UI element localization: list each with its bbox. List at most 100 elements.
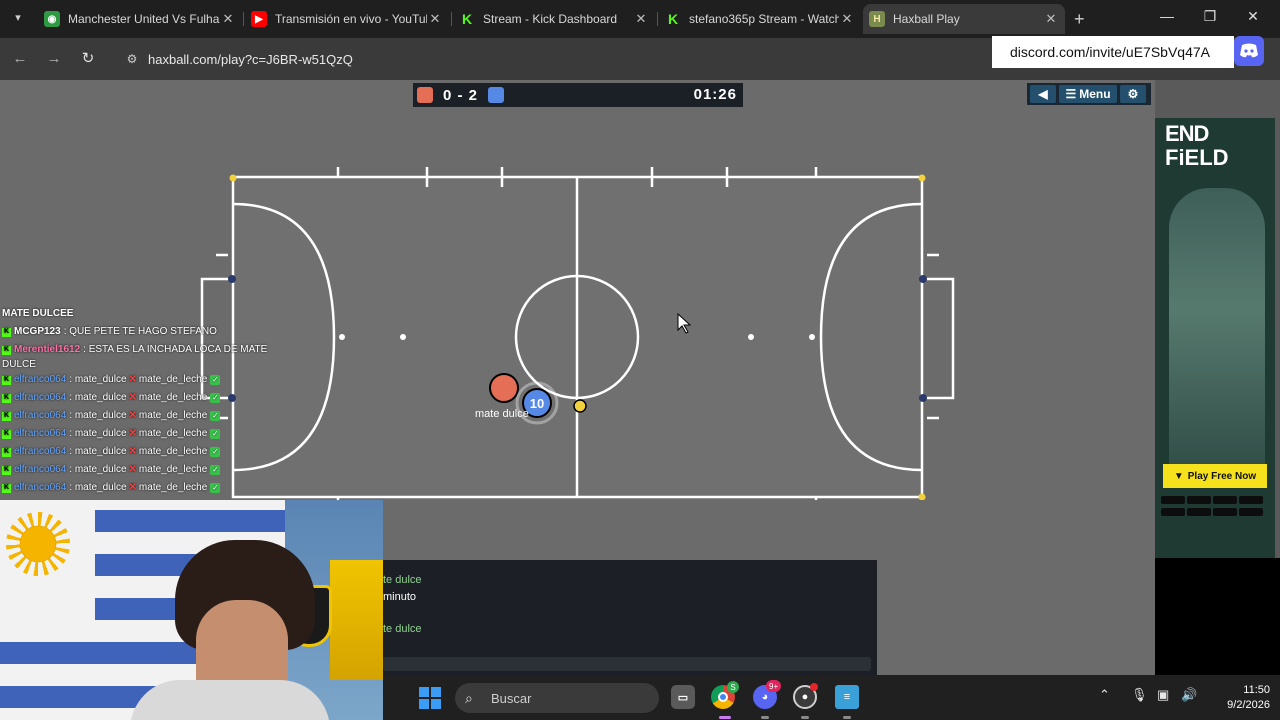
running-indicator	[761, 716, 769, 719]
kick-badge-icon: K	[2, 465, 11, 475]
green-check-icon: ✓	[210, 447, 221, 457]
chat-message: K elfranco064 : mate_dulce ✕ mate_de_lec…	[2, 407, 262, 425]
network-icon[interactable]: ▣	[1157, 687, 1169, 703]
haxball-icon: H	[869, 11, 885, 27]
tab-title: Manchester United Vs Fulham	[68, 12, 220, 26]
game-chat-panel: te dulce minuto te dulce	[383, 560, 877, 675]
red-x-icon: ✕	[128, 392, 137, 403]
kick-badge-icon: K	[2, 429, 11, 439]
blank-area	[1155, 558, 1280, 675]
minimize-button[interactable]: —	[1152, 8, 1182, 24]
tab-haxball[interactable]: H Haxball Play ✕	[863, 4, 1065, 34]
active-indicator	[719, 716, 731, 719]
chat-header: MATE DULCEE	[2, 308, 74, 319]
reload-button[interactable]: ↻	[78, 49, 98, 69]
back-button[interactable]: ←	[10, 49, 30, 69]
site-info-icon[interactable]: ⚙	[122, 49, 142, 69]
ball	[573, 399, 587, 413]
close-tab-icon[interactable]: ✕	[839, 11, 855, 27]
kick-badge-icon: K	[2, 411, 11, 421]
player-number: 10	[530, 396, 544, 411]
sound-icon[interactable]: ◀	[1030, 85, 1056, 103]
goal-post	[228, 275, 236, 283]
windows-start-icon[interactable]	[419, 687, 441, 709]
settings-gear-icon[interactable]: ⚙	[1120, 85, 1146, 103]
game-chat-line: te dulce	[383, 623, 422, 635]
red-x-icon: ✕	[128, 374, 137, 385]
ad-title-line2: FiELD	[1165, 145, 1229, 170]
chat-message: K elfranco064 : mate_dulce ✕ mate_de_lec…	[2, 461, 262, 479]
tray-overflow-icon[interactable]: ⌃	[1099, 687, 1110, 703]
game-chat-line: minuto	[383, 591, 417, 603]
game-chat-input[interactable]	[383, 657, 871, 671]
streamer-shirt	[130, 680, 330, 720]
chat-message-continuation: DULCE	[2, 359, 36, 370]
close-tab-icon[interactable]: ✕	[1043, 11, 1059, 27]
menu-button[interactable]: ☰ Menu	[1059, 85, 1117, 103]
tab-search-button[interactable]: ▾	[8, 8, 28, 28]
search-icon: ⌕	[465, 689, 473, 706]
taskbar-search[interactable]: ⌕ Buscar	[455, 683, 659, 713]
new-tab-button[interactable]: +	[1074, 9, 1085, 30]
tab-title: Transmisión en vivo - YouTube	[275, 12, 427, 26]
tab-kick-stream[interactable]: K stefano365p Stream - Watch ✕	[659, 4, 861, 34]
endfield-ad[interactable]: END FiELD ▼ Play Free Now	[1155, 118, 1275, 558]
tab-separator	[657, 12, 658, 26]
discord-notification-badge: 9+	[766, 680, 782, 692]
task-view-icon[interactable]: ▭	[671, 685, 695, 709]
kick-badge-icon: K	[2, 375, 11, 385]
right-goal	[922, 277, 955, 400]
tab-youtube[interactable]: ▶ Transmisión en vivo - YouTube ✕	[245, 4, 449, 34]
kick-icon: K	[665, 11, 681, 27]
url-text: haxball.com/play?c=J6BR-w51QzQ	[148, 51, 353, 67]
tab-title: Haxball Play	[893, 12, 960, 26]
notepad-icon[interactable]: ≡	[835, 685, 859, 709]
chat-message: K elfranco064 : mate_dulce ✕ mate_de_lec…	[2, 425, 262, 443]
tab-separator	[451, 12, 452, 26]
goal-post	[919, 275, 927, 283]
red-player	[489, 373, 519, 403]
webcam-feed	[0, 500, 383, 720]
forward-button[interactable]: →	[44, 49, 64, 69]
close-window-button[interactable]: ✕	[1238, 8, 1268, 25]
score: 0 - 2	[443, 86, 479, 104]
system-clock[interactable]: 11:50 9/2/2026	[1226, 683, 1270, 713]
close-tab-icon[interactable]: ✕	[427, 11, 443, 27]
kick-icon: K	[459, 11, 475, 27]
chat-message: K elfranco064 : mate_dulce ✕ mate_de_lec…	[2, 443, 262, 461]
stream-chat-overlay: MATE DULCEE K MCGP123 : QUE PETE TE HAGO…	[2, 308, 267, 497]
red-x-icon: ✕	[128, 428, 137, 439]
chat-message: K elfranco064 : mate_dulce ✕ mate_de_lec…	[2, 479, 262, 497]
play-free-now-button[interactable]: ▼ Play Free Now	[1163, 464, 1267, 488]
blue-team-icon	[488, 87, 505, 103]
recording-dot-icon	[810, 683, 818, 691]
restore-button[interactable]: ❐	[1195, 8, 1225, 25]
tab-kick-dashboard[interactable]: K Stream - Kick Dashboard ✕	[453, 4, 655, 34]
chat-message: K elfranco064 : mate_dulce ✕ mate_de_lec…	[2, 371, 262, 389]
green-check-icon: ✓	[210, 375, 221, 385]
discord-logo-icon	[1234, 36, 1264, 66]
running-indicator	[801, 716, 809, 719]
ad-title-line1: END	[1165, 121, 1209, 146]
store-badges	[1161, 496, 1269, 518]
kick-badge-icon: K	[2, 327, 11, 337]
close-tab-icon[interactable]: ✕	[633, 11, 649, 27]
close-tab-icon[interactable]: ✕	[220, 11, 236, 27]
youtube-icon: ▶	[251, 11, 267, 27]
address-bar[interactable]: ⚙ haxball.com/play?c=J6BR-w51QzQ	[112, 44, 992, 74]
green-check-icon: ✓	[210, 465, 221, 475]
red-x-icon: ✕	[128, 410, 137, 421]
match-timer: 01:26	[693, 86, 737, 103]
globe-icon: ◉	[44, 11, 60, 27]
player-name: mate dulce	[475, 408, 529, 420]
microphone-icon[interactable]: 🎙	[1131, 687, 1148, 703]
arrow-down-icon: ▼	[1173, 470, 1184, 482]
scoreboard: 0 - 2 01:26	[413, 83, 743, 107]
red-x-icon: ✕	[128, 464, 137, 475]
volume-icon[interactable]: 🔊	[1181, 687, 1197, 703]
kick-badge-icon: K	[2, 345, 11, 355]
chat-message: K elfranco064 : mate_dulce ✕ mate_de_lec…	[2, 389, 262, 407]
poster	[330, 560, 383, 680]
green-check-icon: ✓	[210, 429, 221, 439]
tab-manchester[interactable]: ◉ Manchester United Vs Fulham ✕	[38, 4, 242, 34]
